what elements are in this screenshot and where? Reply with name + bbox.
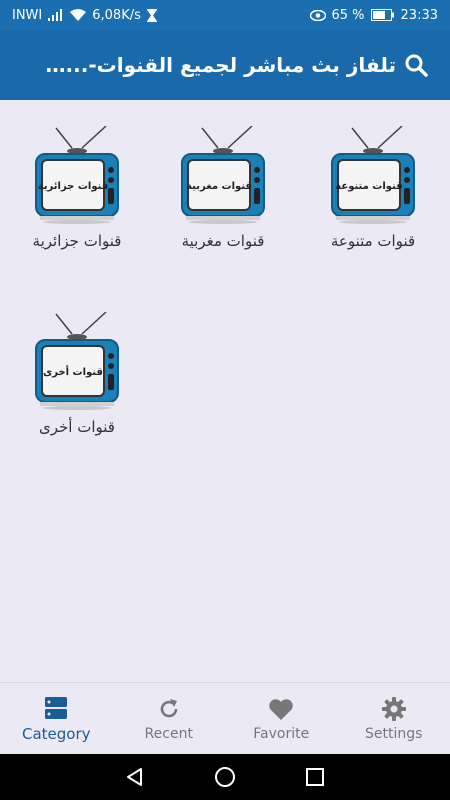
tv-screen-text: قنوات أخرى bbox=[43, 365, 103, 378]
tv-screen-text: قنوات جزائرية bbox=[38, 181, 109, 192]
nav-recent[interactable]: Recent bbox=[113, 683, 226, 754]
search-button[interactable] bbox=[396, 45, 436, 85]
app-title: تلفاز بث مباشر لجميع القنوات-...Tulfa bbox=[14, 53, 396, 77]
tv-icon: قنوات أخرى bbox=[35, 312, 119, 410]
nav-label: Recent bbox=[144, 725, 193, 742]
category-label: قنوات جزائرية bbox=[32, 232, 122, 250]
battery-percent: 65 % bbox=[331, 7, 365, 23]
category-label: قنوات أخرى bbox=[39, 418, 115, 436]
hourglass-icon bbox=[146, 8, 157, 22]
tv-screen-text: قنوات مغربية bbox=[186, 181, 252, 192]
nav-favorite[interactable]: Favorite bbox=[225, 683, 338, 754]
clock: 23:33 bbox=[400, 7, 438, 23]
system-nav-bar bbox=[0, 754, 450, 800]
category-label: قنوات متنوعة bbox=[330, 232, 416, 250]
refresh-icon bbox=[157, 696, 181, 722]
home-button[interactable] bbox=[213, 765, 237, 789]
tv-icon: قنوات مغربية bbox=[181, 126, 265, 224]
signal-icon bbox=[48, 9, 64, 21]
search-icon bbox=[405, 54, 428, 77]
category-grid: قنوات متنوعة قنوات متنوعة قنوات مغربية ق… bbox=[0, 100, 450, 682]
category-tile-other[interactable]: قنوات أخرى قنوات أخرى bbox=[2, 286, 152, 472]
network-speed: 6,08K/s bbox=[92, 7, 141, 23]
nav-category[interactable]: Category bbox=[0, 683, 113, 754]
battery-icon bbox=[370, 9, 395, 21]
nav-label: Category bbox=[21, 724, 91, 743]
category-tile-algerian[interactable]: قنوات جزائرية قنوات جزائرية bbox=[2, 100, 152, 286]
back-button[interactable] bbox=[123, 765, 147, 789]
wifi-icon bbox=[70, 9, 87, 21]
recents-square-icon bbox=[306, 768, 324, 786]
status-bar: INWI 6,08K/s 65 % 23:33 bbox=[0, 0, 450, 30]
heart-icon bbox=[268, 696, 294, 722]
category-tile-mixed[interactable]: قنوات متنوعة قنوات متنوعة bbox=[298, 100, 448, 286]
category-tile-moroccan[interactable]: قنوات مغربية قنوات مغربية bbox=[148, 100, 298, 286]
category-label: قنوات مغربية bbox=[181, 232, 265, 250]
status-left: INWI 6,08K/s bbox=[12, 8, 157, 23]
tv-screen-text: قنوات متنوعة bbox=[335, 181, 402, 192]
nav-label: Favorite bbox=[253, 725, 310, 742]
carrier-name: INWI bbox=[12, 7, 43, 23]
back-triangle-icon bbox=[127, 768, 142, 786]
tv-icon: قنوات متنوعة bbox=[331, 126, 415, 224]
category-icon bbox=[44, 695, 68, 721]
bottom-nav: Category Recent Favorite Settings bbox=[0, 682, 450, 754]
home-circle-icon bbox=[215, 767, 235, 787]
recents-button[interactable] bbox=[303, 765, 327, 789]
nav-label: Settings bbox=[365, 725, 423, 742]
gear-icon bbox=[381, 696, 407, 722]
nav-settings[interactable]: Settings bbox=[338, 683, 450, 754]
tv-icon: قنوات جزائرية bbox=[35, 126, 119, 224]
status-right: 65 % 23:33 bbox=[309, 7, 438, 23]
app-bar: تلفاز بث مباشر لجميع القنوات-...Tulfa bbox=[0, 30, 450, 100]
eye-icon bbox=[309, 9, 326, 21]
